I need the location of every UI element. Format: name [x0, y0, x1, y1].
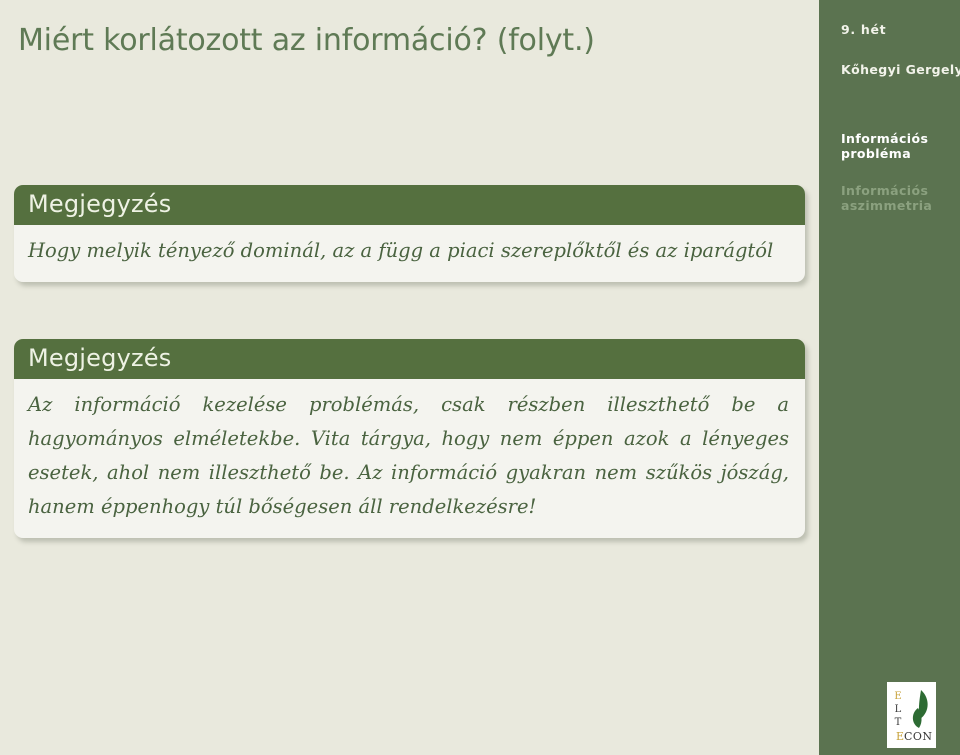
note-block-1-header: Megjegyzés	[14, 185, 805, 225]
sidebar-item-informacios-problema-line1: Információs	[841, 131, 929, 146]
sidebar-item-informacios-problema[interactable]: Információs probléma	[841, 131, 956, 161]
sidebar-item-informacios-problema-line2: probléma	[841, 146, 912, 161]
note-block-2-body: Az információ kezelése problémás, csak r…	[28, 393, 789, 518]
svg-text:E: E	[896, 730, 904, 743]
sidebar: 9. hét Kőhegyi Gergely Információs probl…	[815, 0, 960, 755]
elte-econ-logo: E L T E CON	[887, 682, 936, 748]
sidebar-author-label: Kőhegyi Gergely	[841, 62, 960, 77]
sidebar-nav: Információs probléma Információs aszimme…	[841, 131, 956, 235]
sidebar-week-label: 9. hét	[841, 22, 887, 37]
svg-text:L: L	[895, 704, 902, 715]
note-block-2: Megjegyzés Az információ kezelése problé…	[14, 339, 805, 538]
sidebar-item-informacios-aszimmetria[interactable]: Információs aszimmetria	[841, 183, 956, 213]
note-block-1: Megjegyzés Hogy melyik tényező dominál, …	[14, 185, 805, 282]
slide-canvas: Miért korlátozott az információ? (folyt.…	[0, 0, 960, 755]
sidebar-item-informacios-aszimmetria-line1: Információs	[841, 183, 929, 198]
sidebar-item-informacios-aszimmetria-line2: aszimmetria	[841, 198, 933, 213]
note-block-2-header: Megjegyzés	[14, 339, 805, 379]
elte-econ-logo-icon: E L T E CON	[887, 682, 936, 748]
svg-text:CON: CON	[904, 730, 933, 743]
svg-text:T: T	[895, 717, 902, 728]
note-block-1-body: Hogy melyik tényező dominál, az a függ a…	[28, 239, 774, 262]
page-title: Miért korlátozott az információ? (folyt.…	[18, 23, 595, 58]
svg-text:E: E	[894, 691, 901, 702]
